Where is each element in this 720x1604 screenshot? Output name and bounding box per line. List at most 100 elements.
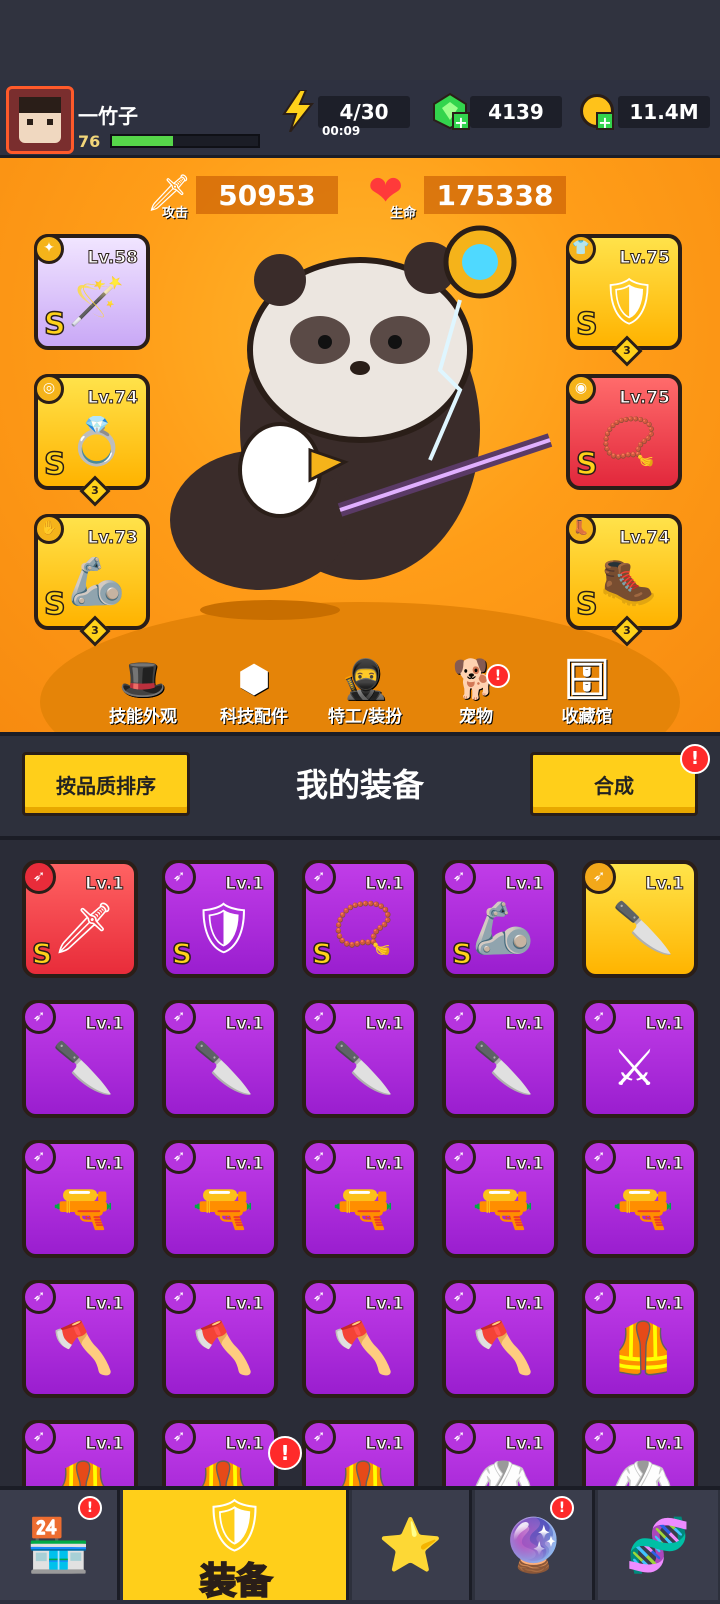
slot-level: Lv.75 xyxy=(619,388,671,409)
weapon-type-icon: ➶ xyxy=(162,1280,196,1314)
xp-bar xyxy=(110,134,260,148)
item-level: Lv.1 xyxy=(85,1014,125,1035)
equipped-slot[interactable]: 👕 🛡 Lv.75 S 3 xyxy=(566,234,682,367)
weapon-type-icon: ➶ xyxy=(442,1000,476,1034)
item-level: Lv.1 xyxy=(505,874,545,895)
equipment-art-icon: 📿 xyxy=(600,414,658,468)
gem-counter[interactable]: 4139 xyxy=(470,96,562,128)
inventory-item[interactable]: ➶ ⚔ Lv.1 xyxy=(582,1000,698,1118)
inventory-item[interactable]: ➶ 🔪 Lv.1 xyxy=(442,1000,558,1118)
player-name: 一竹子 xyxy=(78,104,138,128)
inventory-item[interactable]: ➶ 🪓 Lv.1 xyxy=(442,1280,558,1398)
item-art-icon: 🛡 xyxy=(192,899,256,957)
inventory-item[interactable]: ➶ 🦺 Lv.1 xyxy=(582,1280,698,1398)
inventory-item[interactable]: ➶ 🔫 Lv.1 xyxy=(442,1140,558,1258)
item-art-icon: 🔪 xyxy=(612,899,675,957)
energy-timer: 00:09 xyxy=(322,124,361,138)
item-level: Lv.1 xyxy=(225,1434,265,1455)
slot-level: Lv.74 xyxy=(87,388,139,409)
item-art-icon: 🪓 xyxy=(52,1319,115,1377)
feature-menu-icon: 🗄 xyxy=(562,657,612,701)
slot-type-icon: 👕 xyxy=(566,234,596,264)
grade-badge: S xyxy=(575,306,598,343)
item-art-icon: 🔫 xyxy=(52,1179,115,1237)
equipped-slot[interactable]: ◉ 📿 Lv.75 S xyxy=(566,374,682,490)
tab-events[interactable]: 🔮 xyxy=(475,1490,595,1600)
feature-menu-item[interactable]: 🥷 特工/装扮 xyxy=(310,656,420,727)
equipped-slot[interactable]: ✦ 🪄 Lv.58 S xyxy=(34,234,150,350)
inventory-item[interactable]: ➶ 📿 Lv.1 S xyxy=(302,860,418,978)
equipped-slot[interactable]: ◎ 💍 Lv.74 S 3 xyxy=(34,374,150,507)
gem-add-icon[interactable]: + xyxy=(452,112,470,132)
feature-menu-item[interactable]: ⬢ 科技配件 xyxy=(199,656,309,727)
item-level: Lv.1 xyxy=(505,1434,545,1455)
merge-button[interactable]: 合成 xyxy=(530,752,698,816)
weapon-type-icon: ➶ xyxy=(442,1140,476,1174)
coin-add-icon[interactable]: + xyxy=(596,112,614,132)
item-art-icon: 🔪 xyxy=(332,1039,395,1097)
item-art-icon: ⚔ xyxy=(612,1039,657,1097)
star-ball-icon: 🔮 xyxy=(501,1515,566,1576)
inventory-title: 我的装备 xyxy=(295,766,424,804)
grade-badge: S xyxy=(43,446,66,483)
feature-menu-item[interactable]: 🗄 收藏馆 xyxy=(532,656,642,727)
player-avatar[interactable] xyxy=(6,86,74,154)
weapon-type-icon: ➶ xyxy=(582,1280,616,1314)
inventory-item[interactable]: ➶ 🥋 Lv.1 xyxy=(582,1420,698,1486)
item-level: Lv.1 xyxy=(505,1294,545,1315)
inventory-item[interactable]: ➶ 🔫 Lv.1 xyxy=(302,1140,418,1258)
item-art-icon: 🥋 xyxy=(612,1460,674,1486)
equipped-slot[interactable]: ✋ 🦾 Lv.73 S 3 xyxy=(34,514,150,647)
feature-menu-item[interactable]: 🐕 宠物 xyxy=(421,656,531,727)
coin-counter[interactable]: 11.4M xyxy=(618,96,710,128)
tab-shop[interactable]: 🏪 xyxy=(0,1490,120,1600)
item-level: Lv.1 xyxy=(505,1014,545,1035)
inventory-item[interactable]: ➶ 🪓 Lv.1 xyxy=(302,1280,418,1398)
tab-battle[interactable]: ⭐ xyxy=(352,1490,472,1600)
grade-badge: S xyxy=(311,936,333,971)
inventory-item[interactable]: ➶ 🔪 Lv.1 xyxy=(22,1000,138,1118)
feature-menu-icon: ⬢ xyxy=(237,657,271,701)
weapon-type-icon: ➶ xyxy=(302,1280,336,1314)
feature-menu-label: 科技配件 xyxy=(220,707,288,727)
feature-menu-icon: 🐕 xyxy=(452,657,500,701)
inventory-item[interactable]: ➶ 🔪 Lv.1 xyxy=(582,860,698,978)
item-level: Lv.1 xyxy=(225,874,265,895)
shop-alert-badge: ! xyxy=(78,1496,102,1520)
inventory-item[interactable]: ➶ 🪓 Lv.1 xyxy=(162,1280,278,1398)
merge-alert-badge: ! xyxy=(680,744,710,774)
item-level: Lv.1 xyxy=(505,1154,545,1175)
tab-lab[interactable]: 🧬 xyxy=(598,1490,718,1600)
inventory-item[interactable]: ➶ 🪓 Lv.1 xyxy=(22,1280,138,1398)
feature-menu-label: 收藏馆 xyxy=(561,707,613,727)
inventory-item[interactable]: ➶ 🦺 Lv.1 xyxy=(302,1420,418,1486)
inventory-item[interactable]: ➶ 🥋 Lv.1 xyxy=(442,1420,558,1486)
inventory-item[interactable]: ➶ 🔫 Lv.1 xyxy=(162,1140,278,1258)
equipped-slot[interactable]: 👢 🥾 Lv.74 S 3 xyxy=(566,514,682,647)
inventory-item[interactable]: ➶ 🔪 Lv.1 xyxy=(162,1000,278,1118)
inventory-item[interactable]: ➶ 🔫 Lv.1 xyxy=(22,1140,138,1258)
equipment-art-icon: 🥾 xyxy=(600,554,658,608)
inventory-item[interactable]: ➶ 🔫 Lv.1 xyxy=(582,1140,698,1258)
inventory-item[interactable]: ➶ 🛡 Lv.1 S xyxy=(162,860,278,978)
sort-by-quality-button[interactable]: 按品质排序 xyxy=(22,752,190,816)
inventory-item[interactable]: ➶ 🦾 Lv.1 S xyxy=(442,860,558,978)
player-level: 76 xyxy=(78,132,101,151)
slot-type-icon: ◎ xyxy=(34,374,64,404)
inventory-item[interactable]: ➶ 🦺 Lv.1 xyxy=(162,1420,278,1486)
weapon-type-icon: ➶ xyxy=(582,860,616,894)
item-level: Lv.1 xyxy=(225,1014,265,1035)
slot-level: Lv.75 xyxy=(619,248,671,269)
inventory-item[interactable]: ➶ 🦺 Lv.1 xyxy=(22,1420,138,1486)
item-art-icon: 🔪 xyxy=(472,1039,535,1097)
inventory-item[interactable]: ➶ 🔪 Lv.1 xyxy=(302,1000,418,1118)
energy-icon xyxy=(280,89,316,133)
inventory-grid: ➶ 🗡 Lv.1 S ➶ 🛡 Lv.1 S ➶ 📿 Lv.1 S ➶ 🦾 Lv.1 S ➶ 🔪 … xyxy=(0,836,720,1486)
inventory-item[interactable]: ➶ 🗡 Lv.1 S xyxy=(22,860,138,978)
weapon-type-icon: ➶ xyxy=(582,1420,616,1454)
item-art-icon: 🔫 xyxy=(192,1179,255,1237)
grade-badge: S xyxy=(43,586,66,623)
item-art-icon: 🔪 xyxy=(192,1039,255,1097)
item-level: Lv.1 xyxy=(645,1014,685,1035)
feature-menu-item[interactable]: 🎩 技能外观 xyxy=(88,656,198,727)
